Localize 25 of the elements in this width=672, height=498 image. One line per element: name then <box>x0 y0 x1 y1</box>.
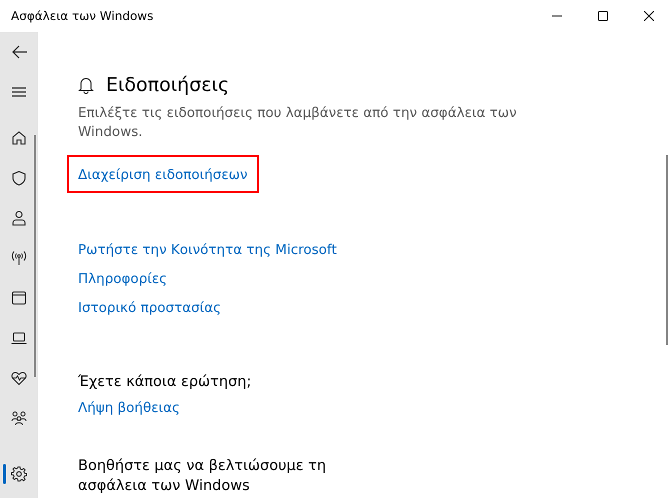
link[interactable]: Πληροφορίες <box>78 270 168 289</box>
section-description: Επιλέξτε τις ειδοποιήσεις που λαμβάνετε από την ασφάλεια των Windows. <box>78 104 518 142</box>
window-title: Ασφάλεια των Windows <box>10 9 154 23</box>
link[interactable]: Ιστορικό προστασίας <box>78 299 222 318</box>
bell-icon <box>78 76 94 94</box>
question-heading: Έχετε κάποια ερώτηση; <box>78 374 252 390</box>
scrollbar[interactable] <box>666 155 668 345</box>
manage-notifications-link[interactable]: Διαχείριση ειδοποιήσεων <box>78 167 248 183</box>
link[interactable]: Ρωτήστε την Κοινότητα της Microsoft <box>78 241 337 260</box>
laptop-icon <box>11 330 27 346</box>
back-icon <box>11 44 27 60</box>
get-help-link[interactable]: Λήψη βοήθειας <box>78 400 672 416</box>
people-icon <box>11 410 27 426</box>
heart-pulse-icon <box>11 370 27 386</box>
antenna-icon <box>11 250 27 266</box>
maximize-icon <box>598 11 608 21</box>
shield-icon <box>11 170 27 186</box>
section-title: Ειδοποιήσεις <box>106 74 230 96</box>
scrollbar[interactable] <box>34 135 36 377</box>
settings-icon <box>11 466 27 482</box>
person-icon <box>11 210 27 226</box>
window-icon <box>11 290 27 306</box>
improve-heading: Βοηθήστε μας να βελτιώσουμε τη ασφάλεια των Windows <box>78 457 328 496</box>
home-icon <box>11 130 27 146</box>
close-icon <box>644 11 654 21</box>
